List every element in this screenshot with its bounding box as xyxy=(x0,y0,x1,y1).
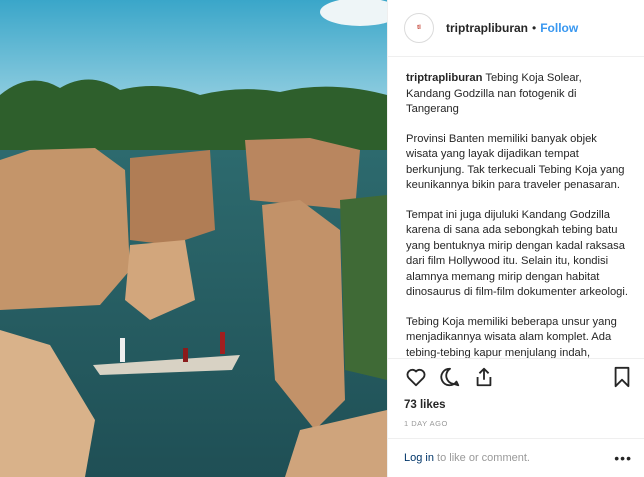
time-ago: 1 DAY AGO xyxy=(404,419,448,429)
post-header: tl triptrapliburan • Follow xyxy=(388,0,644,57)
action-bar xyxy=(388,358,644,395)
avatar-logo-text: tl xyxy=(417,25,421,31)
likes-count[interactable]: 73 likes xyxy=(388,395,644,411)
post-caption: triptrapliburan Tebing Koja Solear, Kand… xyxy=(388,57,644,358)
login-link[interactable]: Log in xyxy=(404,452,434,464)
caption-lead: triptrapliburan Tebing Koja Solear, Kand… xyxy=(406,71,628,118)
comment-bar-rest: to like or comment. xyxy=(437,452,530,465)
bookmark-icon[interactable] xyxy=(610,365,634,389)
more-options-icon[interactable]: ••• xyxy=(614,450,632,466)
instagram-post: tl triptrapliburan • Follow triptraplibu… xyxy=(0,0,644,477)
post-photo-image xyxy=(0,0,387,477)
caption-paragraph-2: Tempat ini juga dijuluki Kandang Godzill… xyxy=(406,208,628,299)
comment-bar: Log in to like or comment. ••• xyxy=(388,438,644,477)
header-username[interactable]: triptrapliburan xyxy=(446,21,528,35)
comment-icon[interactable] xyxy=(438,365,462,389)
share-icon[interactable] xyxy=(472,365,496,389)
post-photo[interactable] xyxy=(0,0,387,477)
comment-bar-text: to like or comment. xyxy=(434,452,530,464)
heart-icon[interactable] xyxy=(404,365,428,389)
header-separator: • xyxy=(532,21,537,35)
caption-paragraph-1: Provinsi Banten memiliki banyak objek wi… xyxy=(406,132,625,192)
caption-paragraph-3: Tebing Koja memiliki beberapa unsur yang… xyxy=(406,315,617,359)
avatar[interactable]: tl xyxy=(404,13,434,43)
follow-button[interactable]: Follow xyxy=(540,21,578,35)
caption-username[interactable]: triptrapliburan xyxy=(406,72,482,84)
post-sidebar: tl triptrapliburan • Follow triptraplibu… xyxy=(387,0,644,477)
